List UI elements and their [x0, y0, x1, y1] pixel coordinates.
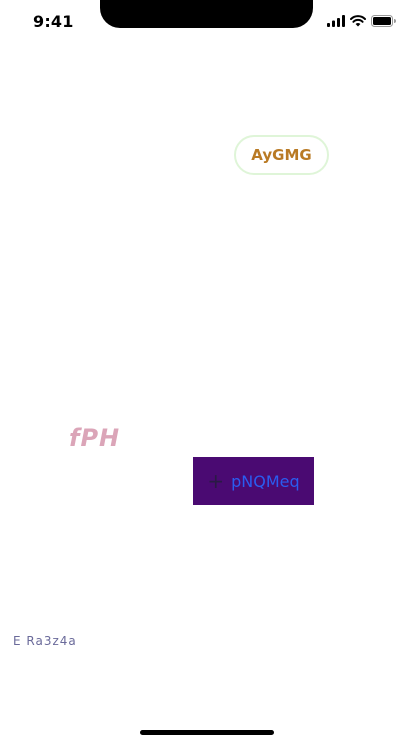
plus-icon: + — [207, 469, 225, 493]
wifi-icon — [350, 15, 366, 27]
battery-icon — [371, 15, 396, 27]
pnqmeq-button[interactable]: + pNQMeq — [193, 457, 314, 505]
status-time: 9:41 — [33, 12, 74, 31]
home-indicator[interactable] — [140, 730, 274, 735]
footer-text: E Ra3z4a — [13, 634, 77, 648]
chip-label: AyGMG — [251, 146, 312, 164]
pnqmeq-button-label: pNQMeq — [231, 471, 300, 491]
status-bar: 9:41 — [0, 0, 414, 44]
cellular-signal-icon — [327, 15, 345, 27]
device-notch — [100, 0, 313, 28]
fph-heading: fPH — [69, 424, 121, 452]
aygmg-chip-button[interactable]: AyGMG — [234, 135, 329, 175]
status-icons — [327, 15, 396, 27]
